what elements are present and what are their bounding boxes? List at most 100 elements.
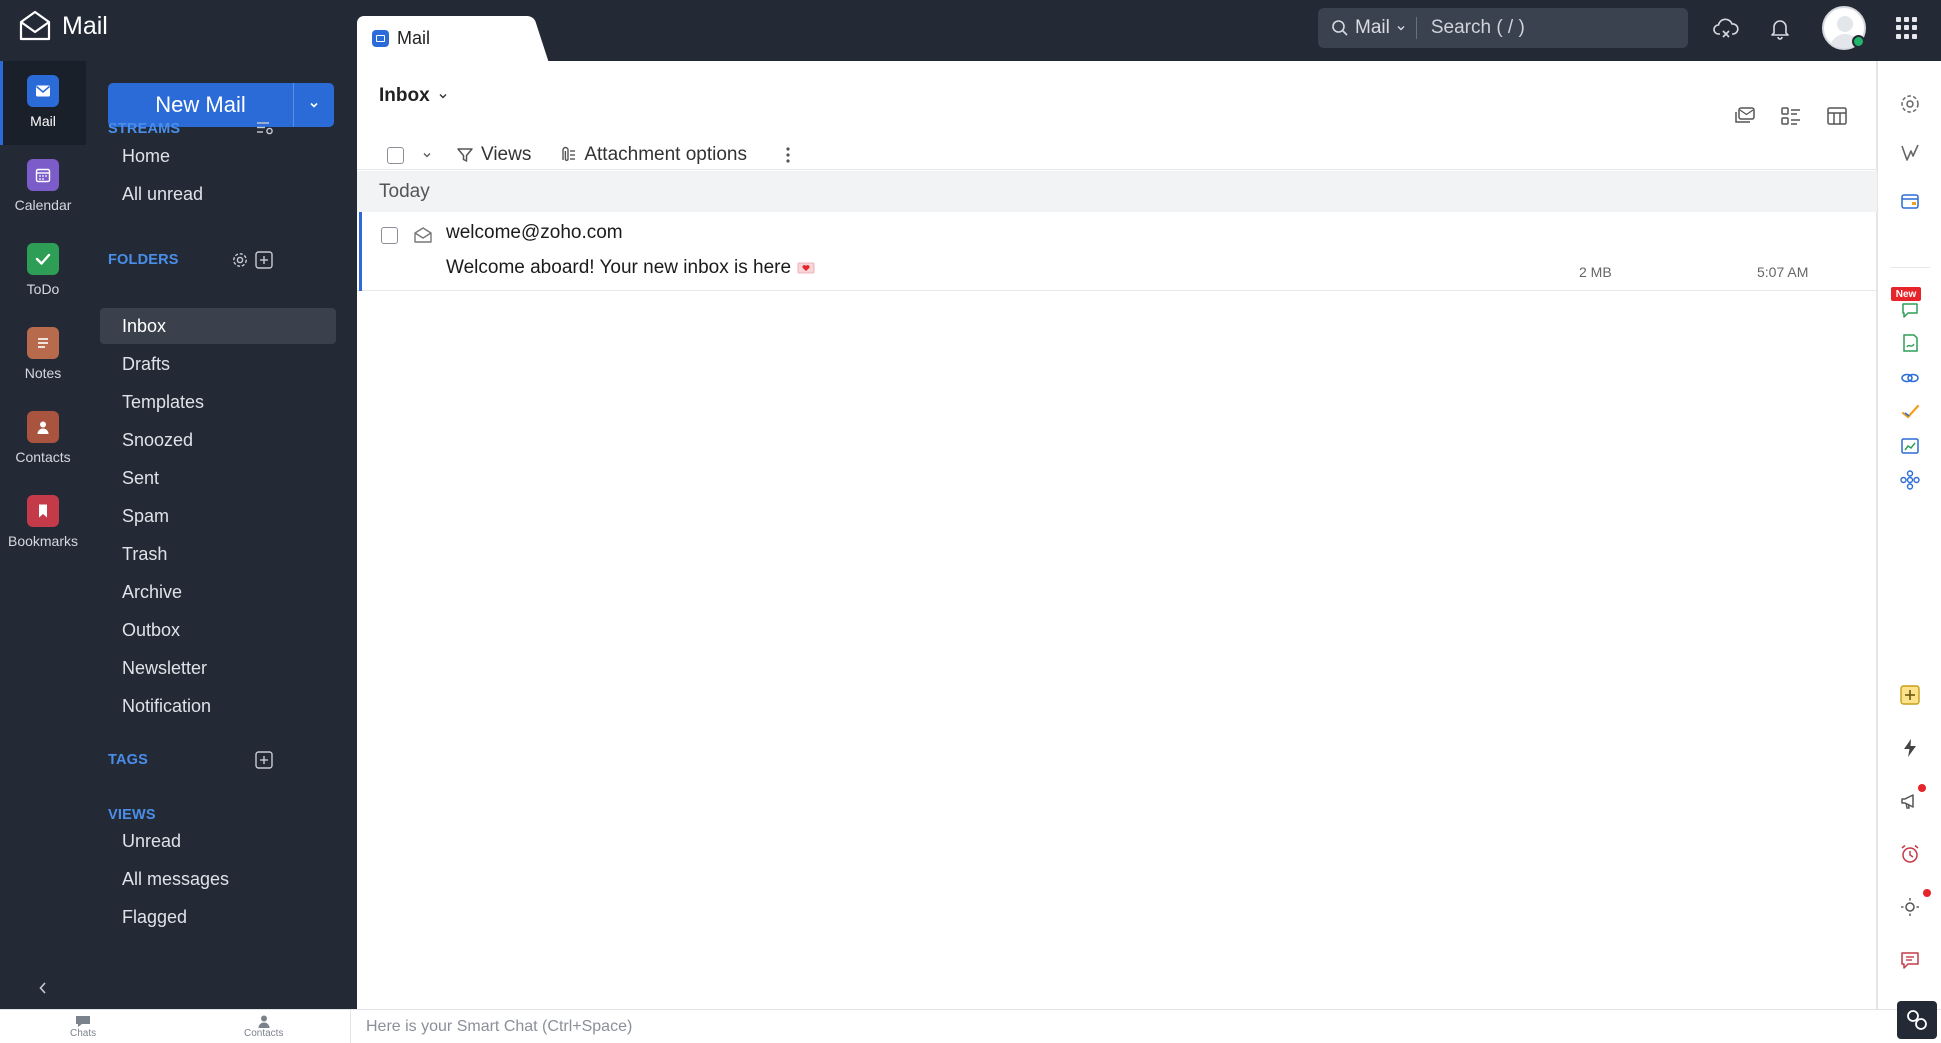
top-bar: Mail Mail Mail Search ( / ) <box>0 0 1941 61</box>
mail-toolbar: Views Attachment options <box>379 137 791 173</box>
smart-chat-input[interactable]: Here is your Smart Chat (Ctrl+Space) <box>350 1010 1880 1043</box>
search-scope-dropdown[interactable]: Mail <box>1318 17 1417 39</box>
rail-label-calendar: Calendar <box>14 197 72 213</box>
rail-item-todo[interactable]: ToDo <box>0 229 86 313</box>
add-tag-icon[interactable] <box>255 751 273 769</box>
folder-item-spam[interactable]: Spam <box>100 498 336 534</box>
select-all-checkbox[interactable] <box>387 146 404 164</box>
view-item-all-messages[interactable]: All messages <box>100 861 336 897</box>
streams-header[interactable]: STREAMS <box>108 121 180 137</box>
conversation-view-icon[interactable] <box>1732 103 1758 129</box>
feedback-chat-icon[interactable] <box>1898 948 1922 972</box>
view-item-unread[interactable]: Unread <box>100 823 336 859</box>
network-status-icon[interactable] <box>1897 1001 1937 1039</box>
folder-item-sent[interactable]: Sent <box>100 460 336 496</box>
notes-icon <box>27 327 59 359</box>
chat-bubble-icon <box>76 1016 91 1027</box>
bookmark-icon <box>27 495 59 527</box>
page-title: Inbox <box>379 85 430 106</box>
contact-icon <box>258 1015 270 1028</box>
list-view-icon[interactable] <box>1778 103 1804 129</box>
announcement-badge <box>1918 784 1926 792</box>
search-bar[interactable]: Mail Search ( / ) <box>1318 8 1688 48</box>
lightning-icon[interactable] <box>1898 736 1922 760</box>
selection-dropdown-icon[interactable] <box>422 150 432 160</box>
folder-item-snoozed[interactable]: Snoozed <box>100 422 336 458</box>
integrations-icon[interactable] <box>1898 468 1922 492</box>
toolbar-divider <box>357 169 1877 170</box>
theme-badge <box>1923 889 1931 897</box>
folder-item-drafts[interactable]: Drafts <box>100 346 336 382</box>
analytics-icon[interactable] <box>1898 434 1922 458</box>
notification-bell-icon[interactable] <box>1766 14 1794 42</box>
rail-item-bookmarks[interactable]: Bookmarks <box>0 481 86 565</box>
folder-item-trash[interactable]: Trash <box>100 536 336 572</box>
chat-bot-icon[interactable] <box>1898 297 1922 321</box>
rail-item-mail[interactable]: Mail <box>0 61 86 145</box>
filter-icon <box>457 148 473 162</box>
chevron-down-icon <box>310 102 318 108</box>
attachment-options-button[interactable]: Attachment options <box>557 144 747 166</box>
rail-label-contacts: Contacts <box>15 449 71 465</box>
unread-envelope-icon[interactable] <box>413 226 433 244</box>
folder-item-newsletter[interactable]: Newsletter <box>100 650 336 686</box>
add-widget-icon[interactable] <box>1898 683 1922 707</box>
cloud-sync-icon[interactable] <box>1712 14 1740 42</box>
bottom-bar: Chats Contacts Here is your Smart Chat (… <box>0 1009 1941 1043</box>
folder-item-archive[interactable]: Archive <box>100 574 336 610</box>
payment-card-icon[interactable] <box>1898 189 1922 213</box>
announcement-icon[interactable] <box>1898 789 1922 813</box>
view-item-flagged[interactable]: Flagged <box>100 899 336 935</box>
app-launcher-icon[interactable] <box>1896 17 1918 39</box>
inbox-title-dropdown[interactable]: Inbox <box>379 85 448 107</box>
folder-item-inbox[interactable]: Inbox <box>100 308 336 344</box>
stream-item-all-unread[interactable]: All unread <box>100 176 336 212</box>
mail-list-item[interactable]: welcome@zoho.com Welcome aboard! Your ne… <box>357 212 1877 291</box>
contacts-button[interactable]: Contacts <box>244 1014 283 1039</box>
theme-brightness-icon[interactable] <box>1898 895 1922 919</box>
alarm-clock-icon[interactable] <box>1898 842 1922 866</box>
column-view-icon[interactable] <box>1824 103 1850 129</box>
views-button[interactable]: Views <box>456 144 531 166</box>
rail-item-calendar[interactable]: Calendar <box>0 145 86 229</box>
link-icon[interactable] <box>1898 366 1922 390</box>
folders-header[interactable]: FOLDERS <box>108 252 179 268</box>
search-icon <box>1332 20 1348 36</box>
rail-item-notes[interactable]: Notes <box>0 313 86 397</box>
folder-item-templates[interactable]: Templates <box>100 384 336 420</box>
mail-subject-text: Welcome aboard! Your new inbox is here <box>446 257 792 278</box>
views-header[interactable]: VIEWS <box>108 807 156 823</box>
folder-settings-gear-icon[interactable] <box>231 251 249 269</box>
folder-item-outbox[interactable]: Outbox <box>100 612 336 648</box>
mail-select-checkbox[interactable] <box>381 227 398 244</box>
new-mail-dropdown[interactable] <box>294 83 334 127</box>
tasks-check-icon[interactable] <box>1898 400 1922 424</box>
tags-header[interactable]: TAGS <box>108 752 148 768</box>
stream-item-home[interactable]: Home <box>100 138 336 174</box>
rail-label-notes: Notes <box>24 365 62 381</box>
app-brand[interactable]: Mail <box>18 10 108 42</box>
folder-item-notification[interactable]: Notification <box>100 688 336 724</box>
mail-list-panel: Inbox Views Attachment options Today wel… <box>357 61 1877 1009</box>
collapse-sidebar-icon[interactable] <box>35 980 51 996</box>
add-folder-icon[interactable] <box>255 251 273 269</box>
mail-tab-icon <box>372 30 389 47</box>
rail-item-contacts[interactable]: Contacts <box>0 397 86 481</box>
signature-icon[interactable] <box>1898 141 1922 165</box>
rail-label-bookmarks: Bookmarks <box>7 533 79 549</box>
chevron-down-icon <box>1397 26 1405 31</box>
contacts-label: Contacts <box>244 1028 284 1039</box>
more-options-icon[interactable] <box>785 146 791 164</box>
streams-settings-icon[interactable] <box>256 119 274 137</box>
chats-button[interactable]: Chats <box>70 1014 96 1039</box>
tab-mail[interactable]: Mail <box>357 16 527 61</box>
sign-document-icon[interactable] <box>1898 331 1922 355</box>
settings-gear-icon[interactable] <box>1898 92 1922 116</box>
search-input[interactable]: Search ( / ) <box>1417 17 1525 39</box>
mail-subject: Welcome aboard! Your new inbox is here <box>446 257 815 279</box>
right-rail: New <box>1877 61 1941 1009</box>
calendar-icon <box>27 159 59 191</box>
mail-time: 5:07 AM <box>1757 264 1809 280</box>
date-group-header: Today <box>357 171 1877 212</box>
mail-size: 2 MB <box>1579 264 1612 280</box>
